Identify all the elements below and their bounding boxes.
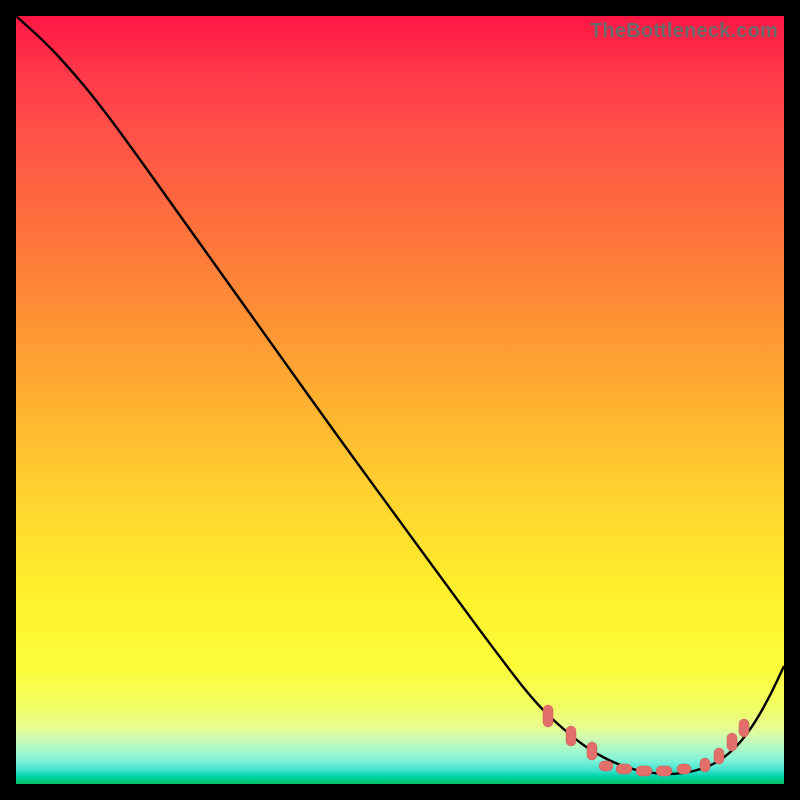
chart-marker (566, 726, 576, 746)
chart-markers (543, 705, 749, 776)
chart-marker (543, 705, 553, 727)
chart-marker (656, 766, 672, 776)
chart-plot-area: TheBottleneck.com (16, 16, 784, 784)
chart-marker (727, 733, 737, 751)
chart-marker (714, 748, 724, 764)
chart-marker (700, 758, 710, 772)
chart-marker (636, 766, 652, 776)
chart-marker (616, 764, 632, 774)
chart-curve (16, 16, 784, 774)
chart-svg (16, 16, 784, 784)
chart-marker (587, 742, 597, 760)
chart-marker (599, 761, 613, 771)
chart-marker (677, 764, 691, 774)
chart-marker (739, 719, 749, 737)
